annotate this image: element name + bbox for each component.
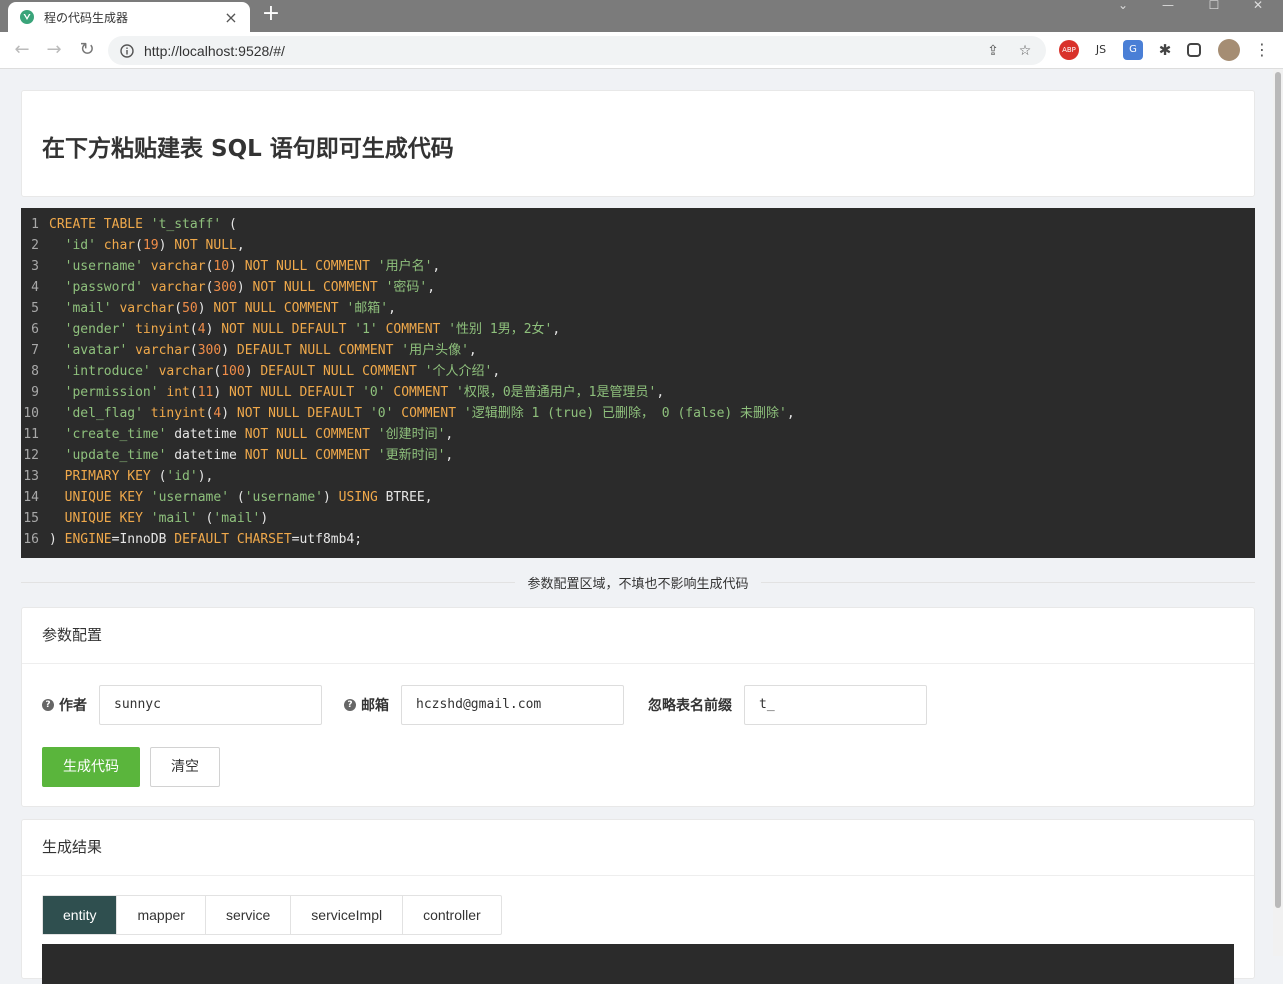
adblock-extension-icon[interactable]: ABP — [1059, 40, 1079, 60]
result-code-block[interactable] — [42, 944, 1234, 984]
code-line: 15 UNIQUE KEY 'mail' ('mail') — [23, 511, 269, 526]
profile-avatar[interactable] — [1218, 39, 1240, 61]
params-header: 参数配置 — [22, 608, 1254, 664]
generate-code-button[interactable]: 生成代码 — [42, 747, 140, 787]
divider-caption: 参数配置区域，不填也不影响生成代码 — [0, 573, 1276, 592]
code-line: 6 'gender' tinyint(4) NOT NULL DEFAULT '… — [31, 322, 561, 337]
tab-mapper[interactable]: mapper — [117, 896, 206, 934]
code-line: 5 'mail' varchar(50) NOT NULL COMMENT '邮… — [31, 301, 396, 316]
browser-menu-icon[interactable]: ⋮ — [1252, 40, 1272, 60]
result-card: 生成结果 entity mapper service serviceImpl c… — [21, 819, 1255, 984]
code-line: 10 'del_flag' tinyint(4) NOT NULL DEFAUL… — [23, 406, 795, 421]
tab-controller[interactable]: controller — [403, 896, 501, 934]
reload-icon[interactable]: ↻ — [74, 38, 100, 64]
help-icon[interactable]: ? — [42, 699, 54, 711]
params-card: 参数配置 ? 作者 sunnyc ? 邮箱 hczshd@gmail.com 忽… — [21, 607, 1255, 807]
sql-editor[interactable]: 1 CREATE TABLE 't_staff' ( 2 'id' char(19… — [21, 208, 1255, 558]
prefix-input[interactable]: t_ — [744, 685, 927, 725]
clear-button[interactable]: 清空 — [150, 747, 220, 787]
code-line: 7 'avatar' varchar(300) DEFAULT NULL COM… — [31, 343, 477, 358]
code-line: 9 'permission' int(11) NOT NULL DEFAULT … — [31, 385, 665, 400]
back-icon[interactable]: ← — [9, 38, 35, 64]
close-window-icon[interactable]: ✕ — [1243, 0, 1273, 14]
tab-entity[interactable]: entity — [43, 896, 118, 934]
email-input[interactable]: hczshd@gmail.com — [401, 685, 624, 725]
extensions-puzzle-icon[interactable]: ✱ — [1155, 40, 1175, 60]
author-input[interactable]: sunnyc — [99, 685, 322, 725]
close-tab-icon[interactable]: × — [222, 8, 240, 27]
new-tab-button[interactable]: + — [260, 3, 282, 26]
bookmark-star-icon[interactable]: ☆ — [1014, 43, 1036, 59]
page-scrollbar[interactable] — [1273, 69, 1283, 956]
js-extension-icon[interactable]: JS — [1091, 40, 1111, 60]
page-title: 在下方粘贴建表 SQL 语句即可生成代码 — [42, 136, 454, 162]
email-label: ? 邮箱 — [344, 695, 389, 715]
translate-extension-icon[interactable]: G — [1123, 40, 1143, 60]
prefix-label: 忽略表名前缀 — [648, 698, 732, 714]
vue-logo-icon — [20, 10, 34, 24]
browser-tab[interactable]: 程の代码生成器 × — [8, 2, 250, 32]
tab-serviceimpl[interactable]: serviceImpl — [291, 896, 404, 934]
params-form-row: ? 作者 sunnyc ? 邮箱 hczshd@gmail.com 忽略表名前缀… — [42, 685, 927, 725]
minimize-icon[interactable]: — — [1153, 0, 1183, 14]
code-line: 1 CREATE TABLE 't_staff' ( — [31, 217, 237, 232]
author-label: ? 作者 — [42, 695, 87, 715]
browser-tab-strip: 程の代码生成器 × + ⌄ — ☐ ✕ — [0, 0, 1283, 32]
site-info-icon[interactable] — [120, 43, 134, 58]
url-text[interactable]: http://localhost:9528/#/ — [144, 43, 972, 59]
tab-service[interactable]: service — [206, 896, 292, 934]
tab-title: 程の代码生成器 — [44, 10, 129, 25]
code-line: 13 PRIMARY KEY ('id'), — [23, 469, 214, 484]
help-icon[interactable]: ? — [344, 699, 356, 711]
result-header: 生成结果 — [22, 820, 1254, 876]
maximize-icon[interactable]: ☐ — [1199, 0, 1229, 14]
code-line: 8 'introduce' varchar(100) DEFAULT NULL … — [31, 364, 501, 379]
page-content: 在下方粘贴建表 SQL 语句即可生成代码 1 CREATE TABLE 't_st… — [0, 69, 1276, 984]
code-line: 3 'username' varchar(10) NOT NULL COMMEN… — [31, 259, 441, 274]
tab-search-icon[interactable]: ⌄ — [1108, 0, 1138, 14]
code-line: 16) ENGINE=InnoDB DEFAULT CHARSET=utf8mb… — [23, 532, 363, 547]
address-bar[interactable]: http://localhost:9528/#/ ⇪ ☆ — [108, 36, 1046, 65]
code-line: 2 'id' char(19) NOT NULL, — [31, 238, 245, 253]
code-line: 11 'create_time' datetime NOT NULL COMME… — [23, 427, 454, 442]
code-line: 4 'password' varchar(300) NOT NULL COMME… — [31, 280, 436, 295]
scrollbar-thumb[interactable] — [1275, 72, 1281, 908]
share-icon[interactable]: ⇪ — [982, 43, 1004, 59]
result-tabs: entity mapper service serviceImpl contro… — [42, 895, 502, 935]
side-panel-icon[interactable] — [1187, 43, 1201, 57]
browser-toolbar: ← → ↻ http://localhost:9528/#/ ⇪ ☆ ABP J… — [0, 32, 1283, 69]
code-line: 14 UNIQUE KEY 'username' ('username') US… — [23, 490, 433, 505]
code-line: 12 'update_time' datetime NOT NULL COMME… — [23, 448, 454, 463]
title-card: 在下方粘贴建表 SQL 语句即可生成代码 — [21, 90, 1255, 197]
forward-icon[interactable]: → — [41, 38, 67, 64]
